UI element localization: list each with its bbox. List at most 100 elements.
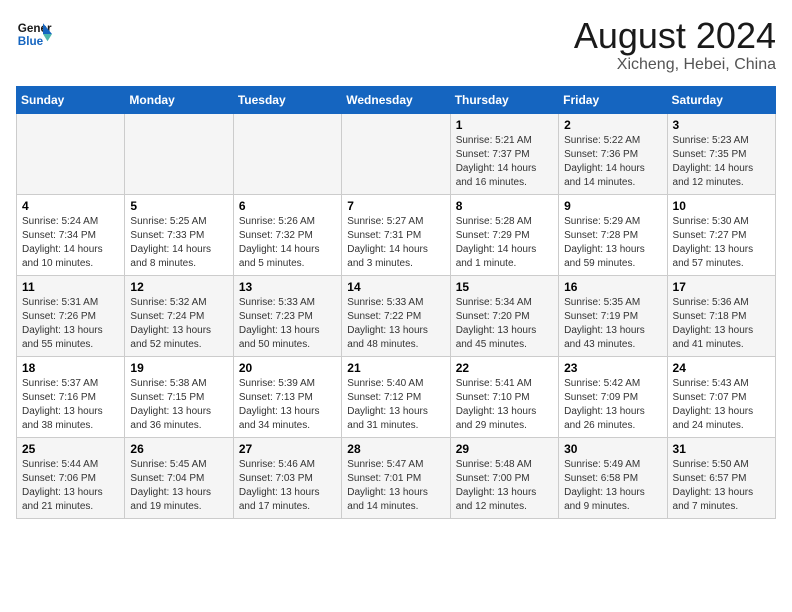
day-info: Sunrise: 5:49 AM Sunset: 6:58 PM Dayligh… (564, 458, 661, 514)
logo: General Blue (16, 16, 52, 52)
day-number: 23 (564, 361, 661, 375)
day-info: Sunrise: 5:26 AM Sunset: 7:32 PM Dayligh… (239, 215, 336, 271)
day-info: Sunrise: 5:31 AM Sunset: 7:26 PM Dayligh… (22, 296, 119, 352)
calendar-cell: 20 Sunrise: 5:39 AM Sunset: 7:13 PM Dayli… (233, 356, 341, 437)
day-info: Sunrise: 5:41 AM Sunset: 7:10 PM Dayligh… (456, 377, 553, 433)
calendar-week-row: 1Sunrise: 5:21 AM Sunset: 7:37 PM Daylig… (17, 113, 776, 194)
day-info: Sunrise: 5:21 AM Sunset: 7:37 PM Dayligh… (456, 134, 553, 190)
calendar-header: SundayMondayTuesdayWednesdayThursdayFrid… (17, 86, 776, 113)
day-of-week-header: Friday (559, 86, 667, 113)
calendar-week-row: 11 Sunrise: 5:31 AM Sunset: 7:26 PM Dayli… (17, 275, 776, 356)
day-of-week-header: Sunday (17, 86, 125, 113)
day-info: Sunrise: 5:42 AM Sunset: 7:09 PM Dayligh… (564, 377, 661, 433)
day-info: Sunrise: 5:28 AM Sunset: 7:29 PM Dayligh… (456, 215, 553, 271)
calendar-cell (342, 113, 450, 194)
day-info: Sunrise: 5:36 AM Sunset: 7:18 PM Dayligh… (673, 296, 770, 352)
calendar-cell: 6 Sunrise: 5:26 AM Sunset: 7:32 PM Daylig… (233, 194, 341, 275)
calendar-cell: 5Sunrise: 5:25 AM Sunset: 7:33 PM Daylig… (125, 194, 233, 275)
day-info: Sunrise: 5:25 AM Sunset: 7:33 PM Dayligh… (130, 215, 227, 271)
calendar-cell: 26 Sunrise: 5:45 AM Sunset: 7:04 PM Dayli… (125, 437, 233, 518)
day-info: Sunrise: 5:27 AM Sunset: 7:31 PM Dayligh… (347, 215, 444, 271)
day-number: 4 (22, 199, 119, 213)
calendar-cell: 29 Sunrise: 5:48 AM Sunset: 7:00 PM Dayli… (450, 437, 558, 518)
calendar: SundayMondayTuesdayWednesdayThursdayFrid… (16, 86, 776, 519)
day-info: Sunrise: 5:44 AM Sunset: 7:06 PM Dayligh… (22, 458, 119, 514)
day-number: 25 (22, 442, 119, 456)
calendar-week-row: 18 Sunrise: 5:37 AM Sunset: 7:16 PM Dayli… (17, 356, 776, 437)
calendar-cell: 4 Sunrise: 5:24 AM Sunset: 7:34 PM Daylig… (17, 194, 125, 275)
day-number: 13 (239, 280, 336, 294)
subtitle: Xicheng, Hebei, China (574, 56, 776, 74)
day-number: 28 (347, 442, 444, 456)
day-info: Sunrise: 5:24 AM Sunset: 7:34 PM Dayligh… (22, 215, 119, 271)
calendar-cell (125, 113, 233, 194)
day-number: 3 (673, 118, 770, 132)
day-number: 2 (564, 118, 661, 132)
day-number: 14 (347, 280, 444, 294)
logo-icon: General Blue (16, 16, 52, 52)
day-info: Sunrise: 5:22 AM Sunset: 7:36 PM Dayligh… (564, 134, 661, 190)
calendar-cell: 11 Sunrise: 5:31 AM Sunset: 7:26 PM Dayli… (17, 275, 125, 356)
day-info: Sunrise: 5:34 AM Sunset: 7:20 PM Dayligh… (456, 296, 553, 352)
day-number: 20 (239, 361, 336, 375)
day-number: 8 (456, 199, 553, 213)
day-number: 10 (673, 199, 770, 213)
day-info: Sunrise: 5:32 AM Sunset: 7:24 PM Dayligh… (130, 296, 227, 352)
day-info: Sunrise: 5:37 AM Sunset: 7:16 PM Dayligh… (22, 377, 119, 433)
day-info: Sunrise: 5:43 AM Sunset: 7:07 PM Dayligh… (673, 377, 770, 433)
calendar-cell: 17 Sunrise: 5:36 AM Sunset: 7:18 PM Dayli… (667, 275, 775, 356)
day-info: Sunrise: 5:40 AM Sunset: 7:12 PM Dayligh… (347, 377, 444, 433)
day-number: 17 (673, 280, 770, 294)
day-number: 29 (456, 442, 553, 456)
calendar-cell: 10 Sunrise: 5:30 AM Sunset: 7:27 PM Dayli… (667, 194, 775, 275)
calendar-cell: 23 Sunrise: 5:42 AM Sunset: 7:09 PM Dayli… (559, 356, 667, 437)
calendar-cell: 3 Sunrise: 5:23 AM Sunset: 7:35 PM Daylig… (667, 113, 775, 194)
day-number: 11 (22, 280, 119, 294)
day-info: Sunrise: 5:30 AM Sunset: 7:27 PM Dayligh… (673, 215, 770, 271)
day-info: Sunrise: 5:35 AM Sunset: 7:19 PM Dayligh… (564, 296, 661, 352)
day-of-week-header: Monday (125, 86, 233, 113)
calendar-cell: 9Sunrise: 5:29 AM Sunset: 7:28 PM Daylig… (559, 194, 667, 275)
calendar-cell: 16 Sunrise: 5:35 AM Sunset: 7:19 PM Dayli… (559, 275, 667, 356)
day-number: 7 (347, 199, 444, 213)
day-info: Sunrise: 5:39 AM Sunset: 7:13 PM Dayligh… (239, 377, 336, 433)
calendar-body: 1Sunrise: 5:21 AM Sunset: 7:37 PM Daylig… (17, 113, 776, 518)
day-number: 9 (564, 199, 661, 213)
day-info: Sunrise: 5:50 AM Sunset: 6:57 PM Dayligh… (673, 458, 770, 514)
calendar-cell: 19Sunrise: 5:38 AM Sunset: 7:15 PM Dayli… (125, 356, 233, 437)
day-info: Sunrise: 5:23 AM Sunset: 7:35 PM Dayligh… (673, 134, 770, 190)
day-info: Sunrise: 5:33 AM Sunset: 7:23 PM Dayligh… (239, 296, 336, 352)
calendar-cell (233, 113, 341, 194)
calendar-cell: 2 Sunrise: 5:22 AM Sunset: 7:36 PM Daylig… (559, 113, 667, 194)
svg-text:Blue: Blue (18, 35, 44, 48)
calendar-cell: 27Sunrise: 5:46 AM Sunset: 7:03 PM Dayli… (233, 437, 341, 518)
calendar-cell: 28 Sunrise: 5:47 AM Sunset: 7:01 PM Dayli… (342, 437, 450, 518)
calendar-cell: 18 Sunrise: 5:37 AM Sunset: 7:16 PM Dayli… (17, 356, 125, 437)
calendar-cell: 25 Sunrise: 5:44 AM Sunset: 7:06 PM Dayli… (17, 437, 125, 518)
calendar-cell: 14 Sunrise: 5:33 AM Sunset: 7:22 PM Dayli… (342, 275, 450, 356)
day-number: 6 (239, 199, 336, 213)
day-info: Sunrise: 5:48 AM Sunset: 7:00 PM Dayligh… (456, 458, 553, 514)
calendar-cell: 12Sunrise: 5:32 AM Sunset: 7:24 PM Dayli… (125, 275, 233, 356)
day-number: 18 (22, 361, 119, 375)
calendar-cell: 13 Sunrise: 5:33 AM Sunset: 7:23 PM Dayli… (233, 275, 341, 356)
day-info: Sunrise: 5:33 AM Sunset: 7:22 PM Dayligh… (347, 296, 444, 352)
day-number: 24 (673, 361, 770, 375)
calendar-cell: 8 Sunrise: 5:28 AM Sunset: 7:29 PM Daylig… (450, 194, 558, 275)
title-area: August 2024 Xicheng, Hebei, China (574, 16, 776, 74)
day-number: 22 (456, 361, 553, 375)
day-number: 26 (130, 442, 227, 456)
day-number: 16 (564, 280, 661, 294)
day-number: 31 (673, 442, 770, 456)
day-info: Sunrise: 5:45 AM Sunset: 7:04 PM Dayligh… (130, 458, 227, 514)
day-of-week-header: Saturday (667, 86, 775, 113)
main-title: August 2024 (574, 16, 776, 56)
calendar-cell (17, 113, 125, 194)
calendar-week-row: 25 Sunrise: 5:44 AM Sunset: 7:06 PM Dayli… (17, 437, 776, 518)
calendar-cell: 30 Sunrise: 5:49 AM Sunset: 6:58 PM Dayli… (559, 437, 667, 518)
day-number: 21 (347, 361, 444, 375)
day-number: 30 (564, 442, 661, 456)
day-number: 15 (456, 280, 553, 294)
day-header-row: SundayMondayTuesdayWednesdayThursdayFrid… (17, 86, 776, 113)
day-info: Sunrise: 5:47 AM Sunset: 7:01 PM Dayligh… (347, 458, 444, 514)
